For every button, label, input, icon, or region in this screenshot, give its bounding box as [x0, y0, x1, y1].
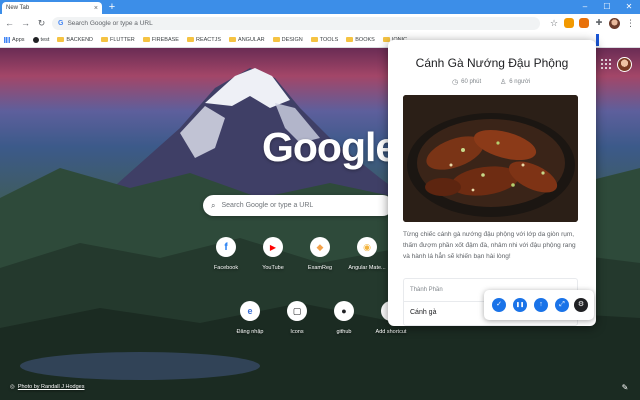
- recipe-servings: ♙ 6 người: [500, 78, 530, 86]
- shortcut-label: Angular Mate...: [348, 265, 386, 271]
- arrow-up-icon[interactable]: ↑: [534, 298, 548, 312]
- address-bar-placeholder: Search Google or type a URL: [67, 19, 153, 27]
- address-bar[interactable]: G Search Google or type a URL: [52, 16, 540, 30]
- bookmark-folder-reactjs[interactable]: REACTJS: [186, 36, 222, 43]
- ingredient-item: Cánh gà: [410, 309, 437, 316]
- login-site-icon: e: [240, 301, 260, 321]
- folder-icon: [346, 37, 354, 42]
- bookmark-star-icon[interactable]: ☆: [549, 18, 559, 28]
- info-icon: ◎: [10, 384, 15, 390]
- bookmark-label: FLUTTER: [110, 36, 135, 43]
- clock-icon: ◷: [452, 79, 459, 86]
- tab-new-tab[interactable]: New Tab ×: [2, 2, 102, 14]
- bookmark-test[interactable]: test: [32, 36, 50, 43]
- bookmark-label: DESIGN: [281, 36, 303, 43]
- maximize-button[interactable]: ☐: [596, 0, 618, 14]
- browser-toolbar: ← → ↻ G Search Google or type a URL ☆ ✚ …: [0, 14, 640, 32]
- recipe-time-value: 60 phút: [461, 79, 482, 85]
- settings-icon[interactable]: ⚙: [574, 298, 588, 312]
- floating-action-bar: ✓ ❚❚ ↑ ⤢ ⚙: [484, 290, 594, 320]
- google-g-icon: G: [58, 19, 64, 27]
- folder-icon: [142, 37, 150, 42]
- recipe-description: Từng chiếc cánh gà nướng đậu phộng với l…: [403, 231, 576, 260]
- fullscreen-icon[interactable]: ⤢: [555, 298, 569, 312]
- search-icon: ⌕: [211, 200, 216, 210]
- scroll-indicator: [596, 34, 599, 46]
- google-apps-icon[interactable]: [601, 59, 611, 69]
- reload-button[interactable]: ↻: [36, 18, 47, 29]
- bookmark-label: FIREBASE: [151, 36, 179, 43]
- recipe-title: Cánh Gà Nướng Đậu Phộng: [415, 56, 569, 70]
- new-tab-button[interactable]: +: [106, 1, 118, 13]
- folder-icon: [272, 37, 280, 42]
- bookmark-label: test: [40, 36, 50, 43]
- recipe-photo: [403, 95, 578, 222]
- account-avatar[interactable]: [617, 57, 632, 72]
- customize-pencil-icon[interactable]: ✎: [619, 382, 631, 394]
- person-icon: ♙: [500, 79, 507, 86]
- folder-icon: [57, 37, 65, 42]
- folder-icon: [229, 37, 237, 42]
- shortcut-angular-material[interactable]: ◉ Angular Mate...: [339, 237, 395, 271]
- google-logo: Google: [262, 124, 398, 170]
- chrome-menu-icon[interactable]: ⋮: [625, 18, 636, 29]
- extension-orange-icon[interactable]: [564, 18, 574, 28]
- back-button[interactable]: ←: [4, 18, 15, 29]
- forward-button[interactable]: →: [20, 18, 31, 29]
- tab-close-icon[interactable]: ×: [94, 5, 98, 12]
- bookmark-folder-flutter[interactable]: FLUTTER: [101, 37, 135, 43]
- folder-icon: [310, 37, 318, 42]
- angular-material-icon: ◉: [357, 237, 377, 257]
- ingredients-header: Thành Phần: [410, 287, 443, 293]
- recipe-time: ◷ 60 phút: [452, 78, 481, 86]
- ntp-search-placeholder: Search Google or type a URL: [221, 202, 314, 209]
- bookmark-label: BACKEND: [66, 36, 94, 43]
- site-icon: [32, 36, 39, 43]
- youtube-icon: ▶: [263, 237, 283, 257]
- icons-site-icon: ▢: [287, 301, 307, 321]
- bookmark-label: BOOKS: [355, 36, 375, 43]
- tab-strip: New Tab × + – ☐ ✕: [0, 0, 640, 14]
- bookmark-folder-firebase[interactable]: FIREBASE: [142, 36, 179, 43]
- extensions-puzzle-icon[interactable]: ✚: [594, 18, 604, 28]
- recipe-extension-icon[interactable]: [579, 18, 589, 28]
- photo-credit-link[interactable]: Photo by Randall J Hodges: [18, 384, 85, 390]
- photo-credit[interactable]: ◎ Photo by Randall J Hodges: [10, 384, 84, 390]
- examreg-icon: ◆: [310, 237, 330, 257]
- pause-icon[interactable]: ❚❚: [513, 298, 527, 312]
- folder-icon: [186, 37, 194, 42]
- bookmark-apps[interactable]: Apps: [4, 36, 25, 43]
- bookmark-folder-design[interactable]: DESIGN: [272, 36, 303, 43]
- profile-avatar[interactable]: [609, 17, 620, 29]
- bookmark-label: TOOLS: [319, 36, 339, 43]
- bookmark-label: ANGULAR: [238, 36, 265, 43]
- github-icon: ●: [334, 301, 354, 321]
- bookmark-folder-backend[interactable]: BACKEND: [57, 37, 93, 43]
- ntp-search-box[interactable]: ⌕ Search Google or type a URL: [203, 195, 393, 216]
- recipe-servings-value: 6 người: [509, 79, 531, 85]
- close-window-button[interactable]: ✕: [618, 0, 640, 14]
- bookmark-folder-books[interactable]: BOOKS: [346, 37, 375, 43]
- bookmark-label: Apps: [12, 36, 25, 43]
- bookmark-folder-angular[interactable]: ANGULAR: [229, 37, 265, 43]
- bookmark-label: REACTJS: [195, 36, 222, 43]
- shortcut-label: Add shortcut: [375, 329, 407, 335]
- facebook-icon: f: [216, 237, 236, 257]
- apps-grid-icon: [4, 36, 10, 43]
- minimize-button[interactable]: –: [574, 0, 596, 14]
- folder-icon: [101, 37, 109, 42]
- recipe-popup: Cánh Gà Nướng Đậu Phộng ◷ 60 phút ♙ 6 ng…: [388, 40, 596, 326]
- bookmark-folder-tools[interactable]: TOOLS: [310, 36, 339, 43]
- check-icon[interactable]: ✓: [492, 298, 506, 312]
- tab-title: New Tab: [6, 5, 30, 11]
